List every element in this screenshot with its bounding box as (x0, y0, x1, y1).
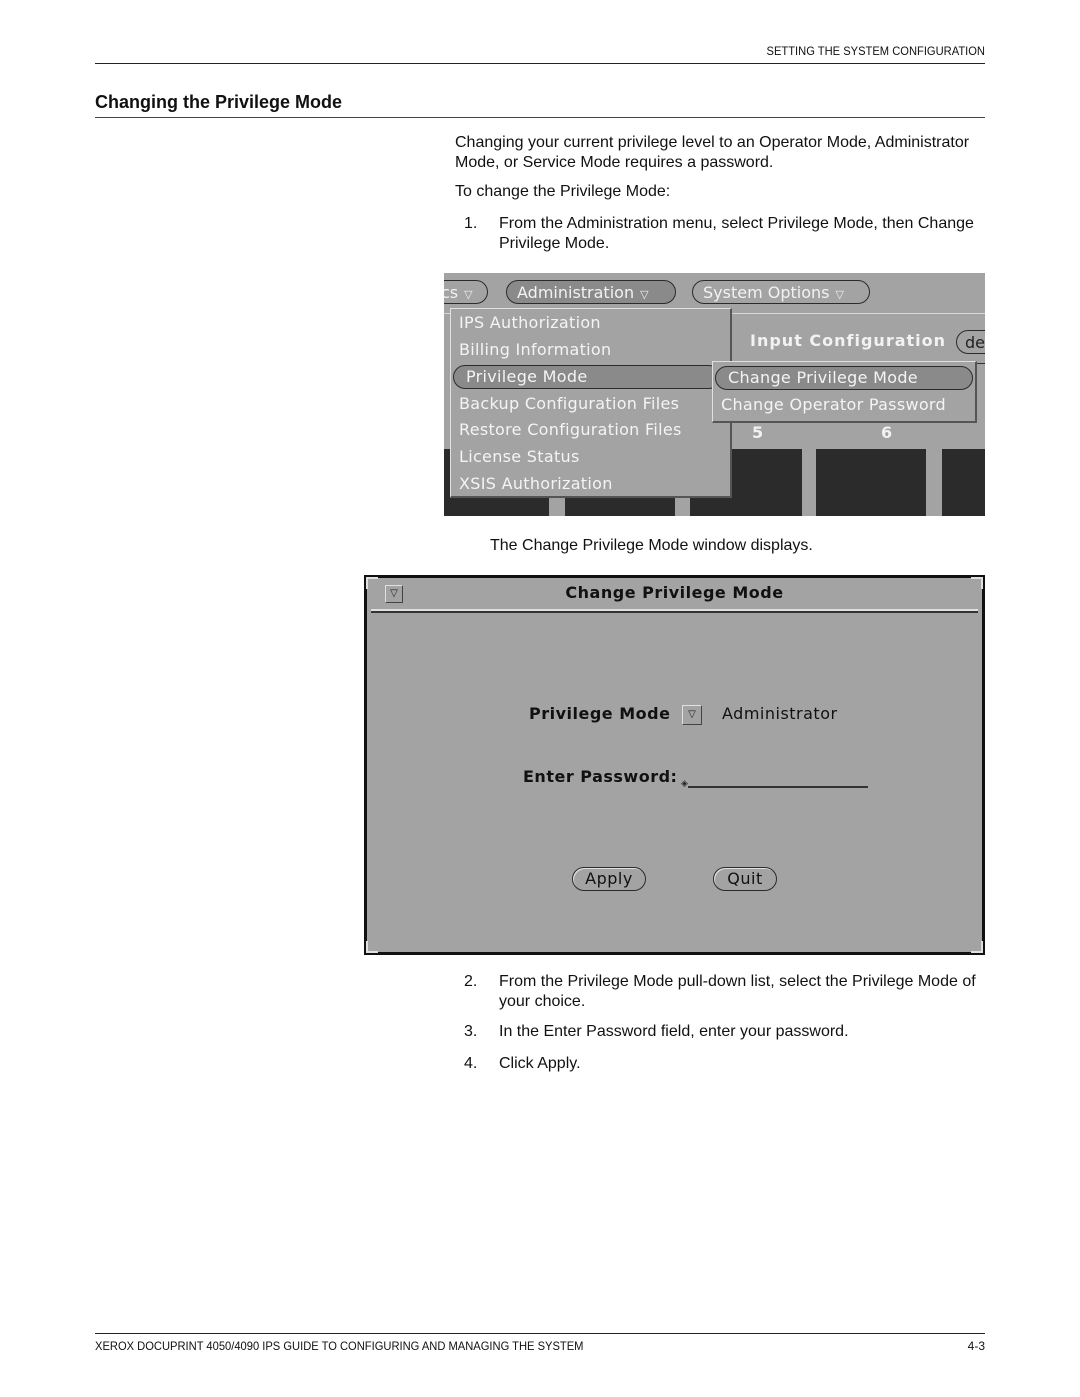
privilege-mode-label: Privilege Mode (529, 704, 671, 723)
chevron-down-icon: ▽ (640, 288, 649, 301)
privilege-mode-value[interactable]: Administrator (722, 704, 838, 723)
dialog-titlebar: ▽ Change Privilege Mode (367, 578, 982, 610)
quit-button[interactable]: Quit (713, 867, 777, 891)
title-separator (371, 611, 978, 613)
column-number: 6 (881, 423, 893, 442)
menu-item-restore-configuration-files[interactable]: Restore Configuration Files (459, 418, 682, 442)
footer-title: XEROX DOCUPRINT 4050/4090 IPS GUIDE TO C… (95, 1339, 584, 1353)
dialog-title: Change Privilege Mode (565, 583, 784, 602)
chevron-down-icon: ▽ (835, 288, 844, 301)
section-title: Changing the Privilege Mode (95, 92, 343, 112)
change-privilege-mode-dialog: ▽ Change Privilege Mode Privilege Mode ▽… (364, 575, 985, 955)
step-text: From the Privilege Mode pull-down list, … (499, 973, 976, 1010)
step-number: 1. (464, 215, 478, 232)
slot-panel (816, 449, 926, 516)
menubar-label: System Options (703, 283, 830, 302)
page-number: 4-3 (967, 1339, 985, 1353)
partial-button[interactable]: de (956, 330, 985, 354)
slot-panel (942, 449, 985, 516)
apply-button[interactable]: Apply (572, 867, 646, 891)
chevron-down-icon: ▽ (688, 709, 696, 720)
menubar-label: cs (444, 283, 459, 302)
menu-item-license-status[interactable]: License Status (459, 445, 580, 469)
menubar-label: Administration (517, 283, 635, 302)
menubar-item-system-options[interactable]: System Options ▽ (692, 280, 870, 304)
menubar-item-administration[interactable]: Administration ▽ (506, 280, 676, 304)
running-head: SETTING THE SYSTEM CONFIGURATION (766, 44, 985, 58)
footer-rule (95, 1333, 985, 1334)
enter-password-label: Enter Password: (523, 767, 678, 786)
menu-item-xsis-authorization[interactable]: XSIS Authorization (459, 472, 613, 496)
menu-item-billing-information[interactable]: Billing Information (459, 338, 611, 362)
input-configuration-label: Input Configuration (750, 331, 947, 350)
resize-corner-bottom-right[interactable] (971, 941, 983, 953)
step-number: 2. (464, 973, 478, 990)
menu-item-privilege-mode[interactable]: Privilege Mode (453, 365, 721, 389)
resize-corner-bottom-left[interactable] (366, 941, 378, 953)
step-text: Click Apply. (499, 1055, 581, 1072)
step-number: 4. (464, 1055, 478, 1072)
administration-menu-screenshot: cs ▽ Administration ▽ System Options ▽ Inpu… (444, 273, 985, 516)
column-number: 5 (752, 423, 764, 442)
administration-dropdown-menu: IPS Authorization Billing Information Pr… (450, 308, 732, 498)
caption-window-displays: The Change Privilege Mode window display… (490, 537, 813, 554)
submenu-item-change-operator-password[interactable]: Change Operator Password (721, 393, 946, 417)
menu-item-backup-configuration-files[interactable]: Backup Configuration Files (459, 392, 679, 416)
title-rule (95, 117, 985, 118)
menubar-item-partial[interactable]: cs ▽ (444, 280, 488, 304)
submenu-item-change-privilege-mode[interactable]: Change Privilege Mode (715, 366, 973, 390)
step-text: In the Enter Password field, enter your … (499, 1023, 849, 1040)
menu-item-ips-authorization[interactable]: IPS Authorization (459, 311, 601, 335)
text-caret-icon: ◈ (681, 779, 688, 789)
step-number: 3. (464, 1023, 478, 1040)
privilege-mode-dropdown-button[interactable]: ▽ (682, 705, 702, 725)
privilege-mode-submenu: Change Privilege Mode Change Operator Pa… (712, 361, 977, 423)
intro-paragraph: Changing your current privilege level to… (455, 134, 970, 171)
chevron-down-icon: ▽ (464, 288, 473, 301)
step-text: From the Administration menu, select Pri… (499, 215, 974, 252)
header-rule (95, 63, 985, 64)
lead-in-paragraph: To change the Privilege Mode: (455, 183, 671, 200)
password-input[interactable] (688, 783, 868, 788)
